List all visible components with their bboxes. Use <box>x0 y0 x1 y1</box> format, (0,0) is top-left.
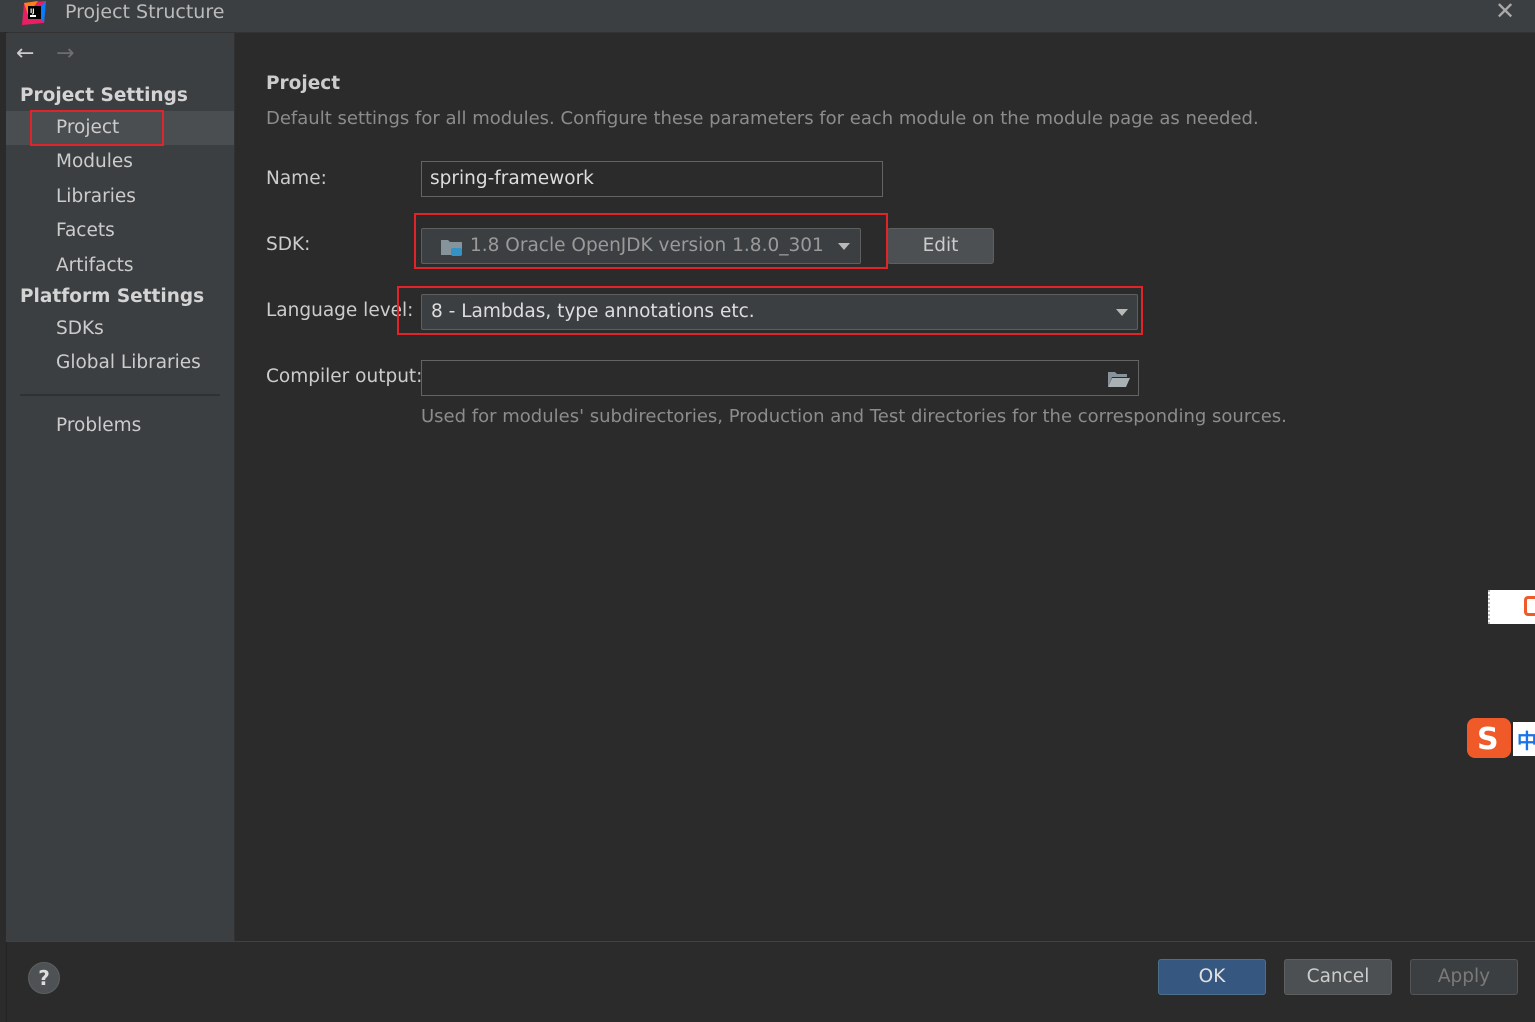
apply-button[interactable]: Apply <box>1410 959 1518 995</box>
highlight-box-sdk <box>414 213 888 269</box>
sidebar-item-sdks[interactable]: SDKs <box>56 317 104 341</box>
sidebar-separator <box>20 394 220 396</box>
help-button[interactable]: ? <box>28 962 60 994</box>
project-settings-header: Project Settings <box>20 85 188 106</box>
folder-open-icon[interactable] <box>1107 370 1131 388</box>
window-title: Project Structure <box>65 1 225 23</box>
compiler-output-label: Compiler output: <box>266 366 423 387</box>
sdk-edit-button[interactable]: Edit <box>887 228 994 264</box>
sidebar-item-facets[interactable]: Facets <box>56 219 115 243</box>
sogou-ime-icon[interactable]: S 中 <box>1465 716 1535 760</box>
sidebar-item-modules[interactable]: Modules <box>56 150 133 174</box>
language-level-label: Language level: <box>266 300 414 321</box>
close-icon[interactable]: ✕ <box>1495 0 1515 24</box>
sidebar-item-artifacts[interactable]: Artifacts <box>56 254 134 278</box>
sidebar-item-libraries[interactable]: Libraries <box>56 185 136 209</box>
svg-text:IJ: IJ <box>30 8 34 15</box>
intellij-idea-icon: IJ <box>22 1 46 25</box>
page-title: Project <box>266 73 341 94</box>
svg-text:S: S <box>1477 722 1499 757</box>
compiler-output-hint: Used for modules' subdirectories, Produc… <box>421 406 1287 427</box>
svg-text:中: 中 <box>1517 729 1535 753</box>
sdk-label: SDK: <box>266 234 311 255</box>
highlight-box-language-level <box>397 286 1143 335</box>
ime-toolbar-mini[interactable] <box>1488 590 1535 624</box>
ok-button[interactable]: OK <box>1158 959 1266 995</box>
title-bar <box>0 0 1535 33</box>
platform-settings-header: Platform Settings <box>20 286 205 307</box>
name-field[interactable]: spring-framework <box>421 161 883 197</box>
compiler-output-field[interactable] <box>421 360 1139 396</box>
sidebar-item-problems[interactable]: Problems <box>56 414 141 438</box>
sogou-icon <box>1524 596 1535 616</box>
arrow-right-icon[interactable]: → <box>56 43 74 65</box>
name-label: Name: <box>266 168 327 189</box>
arrow-left-icon[interactable]: ← <box>16 43 34 65</box>
page-description: Default settings for all modules. Config… <box>266 108 1259 129</box>
footer-divider <box>6 941 1535 942</box>
cancel-button[interactable]: Cancel <box>1284 959 1392 995</box>
highlight-box-project <box>30 110 164 146</box>
name-field-value: spring-framework <box>430 168 594 189</box>
sidebar-item-global-libraries[interactable]: Global Libraries <box>56 351 201 375</box>
